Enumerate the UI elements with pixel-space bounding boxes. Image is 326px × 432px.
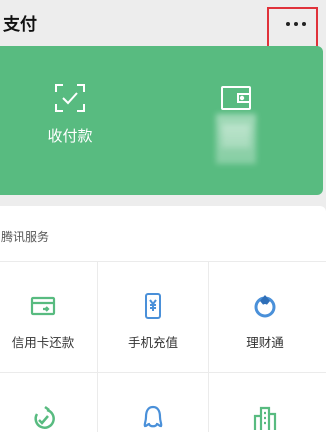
service-label: 信用卡还款 xyxy=(11,335,75,350)
section-title: 腾讯服务 xyxy=(1,230,50,244)
leaf-check-icon xyxy=(34,406,55,429)
receive-pay-tile[interactable]: 收付款 xyxy=(20,46,120,195)
scan-check-icon xyxy=(55,84,85,112)
city-buildings-icon xyxy=(253,406,277,430)
service-row2-1[interactable] xyxy=(0,404,98,432)
more-options-button[interactable] xyxy=(267,7,318,50)
wealth-icon xyxy=(254,295,276,318)
page-title: 支付 xyxy=(3,15,37,35)
wallet-tile[interactable] xyxy=(200,46,280,195)
payment-card: 收付款 xyxy=(0,46,323,195)
phone-topup-icon xyxy=(145,293,161,319)
qq-penguin-icon xyxy=(143,405,163,428)
service-row2-3[interactable] xyxy=(210,404,320,432)
more-dots-icon xyxy=(285,21,306,26)
service-row2-2[interactable] xyxy=(98,404,208,432)
tencent-services-card: 腾讯服务 信用卡还款 手机充值 理财通 xyxy=(0,206,326,432)
service-credit-card[interactable]: 信用卡还款 xyxy=(0,292,98,351)
divider xyxy=(208,261,209,432)
wallet-icon xyxy=(221,86,251,110)
credit-card-icon xyxy=(30,296,56,316)
service-label: 手机充值 xyxy=(127,335,178,350)
service-phone-topup[interactable]: 手机充值 xyxy=(98,292,208,351)
divider xyxy=(0,372,326,373)
service-label: 理财通 xyxy=(246,335,284,350)
top-bar: 支付 xyxy=(0,0,326,50)
divider xyxy=(0,261,326,262)
service-wealth[interactable]: 理财通 xyxy=(210,292,320,351)
receive-pay-label: 收付款 xyxy=(47,127,93,145)
